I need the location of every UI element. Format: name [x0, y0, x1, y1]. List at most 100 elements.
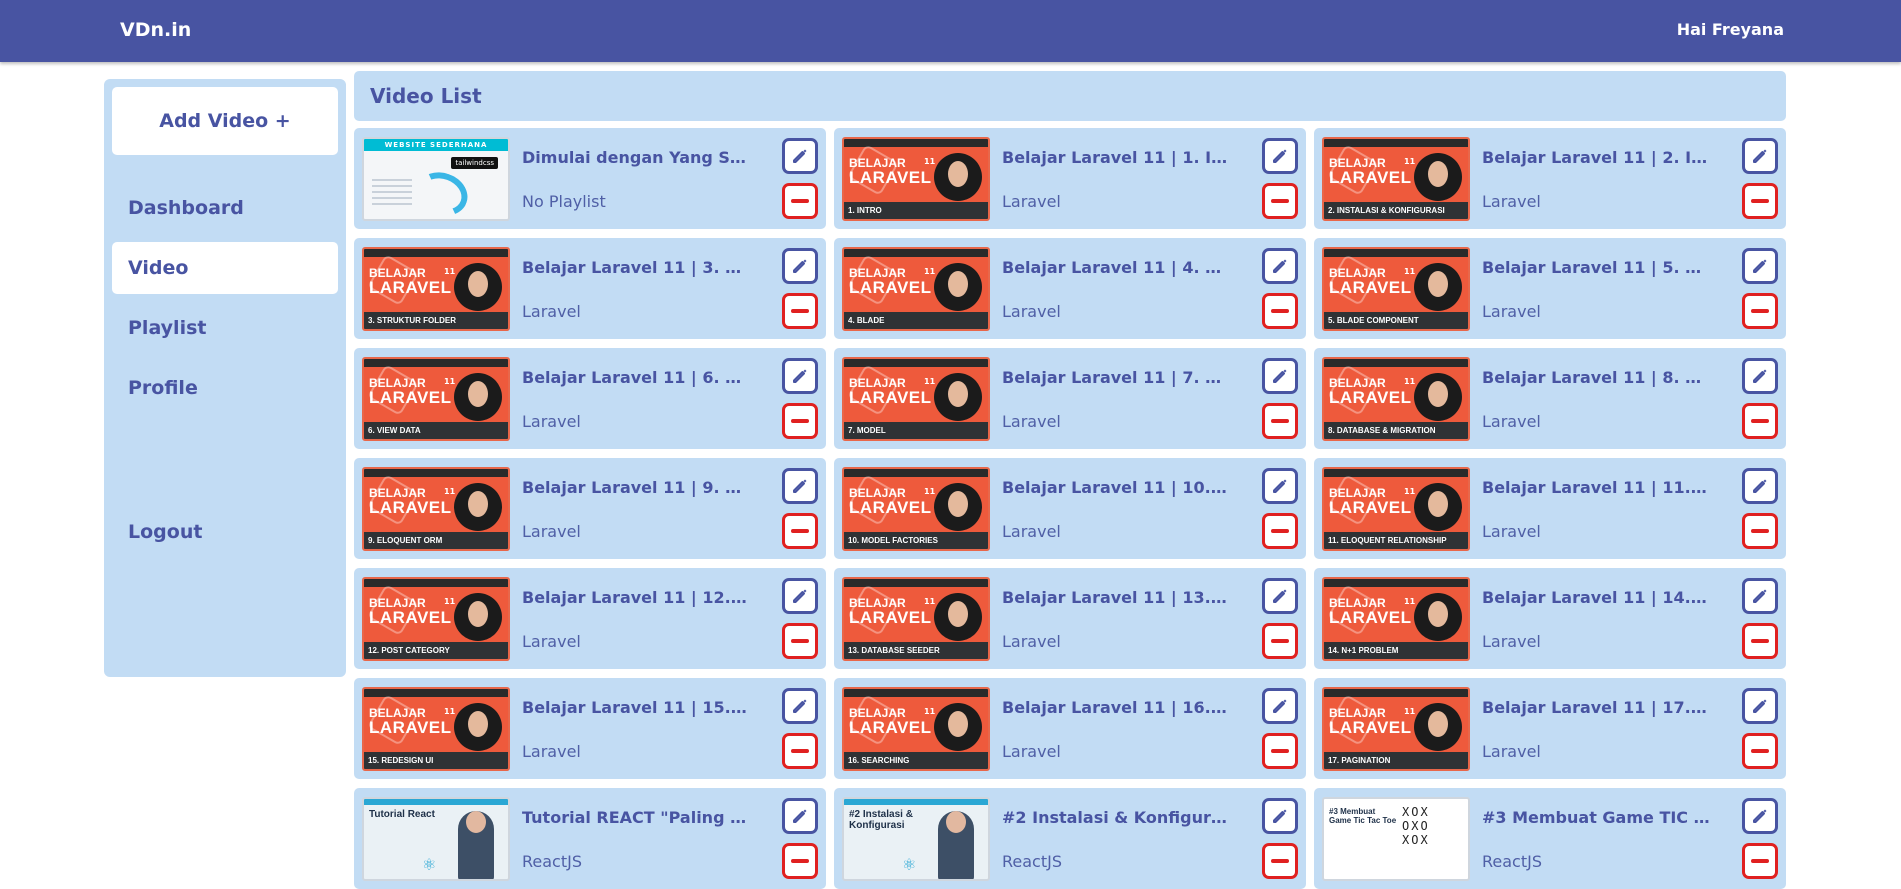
edit-button[interactable]	[1742, 688, 1778, 724]
video-card[interactable]: BELAJAR LARAVEL 11 1. INTRO Belajar Laravel …	[834, 128, 1306, 229]
video-title[interactable]: Dimulai dengan Yang Seder…	[522, 148, 750, 167]
video-title[interactable]: Belajar Laravel 11 | 14. N + 1…	[1482, 588, 1710, 607]
delete-button[interactable]	[1262, 843, 1298, 879]
edit-button[interactable]	[1742, 138, 1778, 174]
delete-button[interactable]	[1742, 183, 1778, 219]
video-thumbnail[interactable]: BELAJAR LARAVEL 11 11. ELOQUENT RELATIONSHI…	[1322, 467, 1470, 551]
video-card[interactable]: BELAJAR LARAVEL 11 16. SEARCHING Belajar Lar…	[834, 678, 1306, 779]
edit-button[interactable]	[782, 798, 818, 834]
video-thumbnail[interactable]: BELAJAR LARAVEL 11 12. POST CATEGORY	[362, 577, 510, 661]
delete-button[interactable]	[1742, 733, 1778, 769]
video-title[interactable]: Belajar Laravel 11 | 5. Blade …	[1482, 258, 1710, 277]
delete-button[interactable]	[1262, 293, 1298, 329]
video-card[interactable]: BELAJAR LARAVEL 11 14. N+1 PROBLEM Belajar L…	[1314, 568, 1786, 669]
video-thumbnail[interactable]: WEBSITE SEDERHANA tailwindcss	[362, 137, 510, 221]
video-title[interactable]: Belajar Laravel 11 | 17. Pagi…	[1482, 698, 1710, 717]
edit-button[interactable]	[1262, 578, 1298, 614]
video-thumbnail[interactable]: BELAJAR LARAVEL 11 4. BLADE	[842, 247, 990, 331]
video-thumbnail[interactable]: BELAJAR LARAVEL 11 15. REDESIGN UI	[362, 687, 510, 771]
video-card[interactable]: BELAJAR LARAVEL 11 9. ELOQUENT ORM Belajar L…	[354, 458, 826, 559]
edit-button[interactable]	[1742, 468, 1778, 504]
video-title[interactable]: Belajar Laravel 11 | 7. Model	[1002, 368, 1230, 387]
video-card[interactable]: #2 Instalasi & Konfigurasi ⚛ #2 Instalasi …	[834, 788, 1306, 889]
sidebar-item-profile[interactable]: Profile	[112, 362, 338, 414]
video-title[interactable]: Belajar Laravel 11 | 9. Eloqu…	[522, 478, 750, 497]
edit-button[interactable]	[1262, 248, 1298, 284]
video-card[interactable]: Tutorial React ⚛ Tutorial REACT "Paling Ma…	[354, 788, 826, 889]
add-video-button[interactable]: Add Video +	[112, 87, 338, 155]
delete-button[interactable]	[1742, 513, 1778, 549]
video-thumbnail[interactable]: BELAJAR LARAVEL 11 8. DATABASE & MIGRATION	[1322, 357, 1470, 441]
video-title[interactable]: Belajar Laravel 11 | 11. Eloq…	[1482, 478, 1710, 497]
delete-button[interactable]	[782, 733, 818, 769]
video-card[interactable]: BELAJAR LARAVEL 11 10. MODEL FACTORIES Belaj…	[834, 458, 1306, 559]
video-card[interactable]: BELAJAR LARAVEL 11 5. BLADE COMPONENT Belaja…	[1314, 238, 1786, 339]
video-card[interactable]: BELAJAR LARAVEL 11 12. POST CATEGORY Belajar…	[354, 568, 826, 669]
video-thumbnail[interactable]: BELAJAR LARAVEL 11 1. INTRO	[842, 137, 990, 221]
delete-button[interactable]	[782, 403, 818, 439]
video-title[interactable]: Belajar Laravel 11 | 13. Data…	[1002, 588, 1230, 607]
video-title[interactable]: Tutorial REACT "Paling Mas…	[522, 808, 750, 827]
video-card[interactable]: BELAJAR LARAVEL 11 3. STRUKTUR FOLDER Belaja…	[354, 238, 826, 339]
edit-button[interactable]	[782, 138, 818, 174]
sidebar-item-dashboard[interactable]: Dashboard	[112, 182, 338, 234]
edit-button[interactable]	[1262, 798, 1298, 834]
edit-button[interactable]	[782, 468, 818, 504]
edit-button[interactable]	[1262, 138, 1298, 174]
video-card[interactable]: BELAJAR LARAVEL 11 11. ELOQUENT RELATIONSHI…	[1314, 458, 1786, 559]
video-thumbnail[interactable]: Tutorial React ⚛	[362, 797, 510, 881]
video-title[interactable]: Belajar Laravel 11 | 16. Sear…	[1002, 698, 1230, 717]
delete-button[interactable]	[782, 513, 818, 549]
delete-button[interactable]	[1742, 623, 1778, 659]
delete-button[interactable]	[782, 623, 818, 659]
video-thumbnail[interactable]: BELAJAR LARAVEL 11 16. SEARCHING	[842, 687, 990, 771]
video-card[interactable]: #3 Membuat Game Tic Tac Toe XOX OXO XOX #3 M…	[1314, 788, 1786, 889]
video-title[interactable]: Belajar Laravel 11 | 15. Rede…	[522, 698, 750, 717]
delete-button[interactable]	[1742, 403, 1778, 439]
video-title[interactable]: Belajar Laravel 11 | 1. Intro	[1002, 148, 1230, 167]
delete-button[interactable]	[782, 843, 818, 879]
edit-button[interactable]	[782, 248, 818, 284]
edit-button[interactable]	[782, 578, 818, 614]
video-title[interactable]: Belajar Laravel 11 | 8. Datab…	[1482, 368, 1710, 387]
edit-button[interactable]	[782, 688, 818, 724]
video-title[interactable]: #2 Instalasi & Konfigurasi R…	[1002, 808, 1230, 827]
video-card[interactable]: BELAJAR LARAVEL 11 17. PAGINATION Belajar La…	[1314, 678, 1786, 779]
video-thumbnail[interactable]: BELAJAR LARAVEL 11 14. N+1 PROBLEM	[1322, 577, 1470, 661]
delete-button[interactable]	[1262, 623, 1298, 659]
video-thumbnail[interactable]: BELAJAR LARAVEL 11 17. PAGINATION	[1322, 687, 1470, 771]
video-thumbnail[interactable]: BELAJAR LARAVEL 11 3. STRUKTUR FOLDER	[362, 247, 510, 331]
brand-logo[interactable]: VDn.in	[120, 19, 191, 41]
video-card[interactable]: WEBSITE SEDERHANA tailwindcss Dimulai deng…	[354, 128, 826, 229]
video-card[interactable]: BELAJAR LARAVEL 11 2. INSTALASI & KONFIGURA…	[1314, 128, 1786, 229]
logout-button[interactable]: Logout	[112, 506, 338, 558]
delete-button[interactable]	[1262, 513, 1298, 549]
edit-button[interactable]	[1742, 798, 1778, 834]
delete-button[interactable]	[782, 183, 818, 219]
video-title[interactable]: Belajar Laravel 11 | 4. Blade …	[1002, 258, 1230, 277]
delete-button[interactable]	[1262, 733, 1298, 769]
user-greeting[interactable]: Hai Freyana	[1677, 20, 1784, 39]
edit-button[interactable]	[782, 358, 818, 394]
video-thumbnail[interactable]: BELAJAR LARAVEL 11 9. ELOQUENT ORM	[362, 467, 510, 551]
video-title[interactable]: Belajar Laravel 11 | 2. Instal…	[1482, 148, 1710, 167]
video-title[interactable]: Belajar Laravel 11 | 12. Post …	[522, 588, 750, 607]
video-card[interactable]: BELAJAR LARAVEL 11 6. VIEW DATA Belajar Lara…	[354, 348, 826, 449]
video-thumbnail[interactable]: BELAJAR LARAVEL 11 6. VIEW DATA	[362, 357, 510, 441]
delete-button[interactable]	[782, 293, 818, 329]
video-card[interactable]: BELAJAR LARAVEL 11 8. DATABASE & MIGRATION B…	[1314, 348, 1786, 449]
delete-button[interactable]	[1262, 403, 1298, 439]
edit-button[interactable]	[1262, 688, 1298, 724]
delete-button[interactable]	[1742, 843, 1778, 879]
video-card[interactable]: BELAJAR LARAVEL 11 15. REDESIGN UI Belajar L…	[354, 678, 826, 779]
sidebar-item-video[interactable]: Video	[112, 242, 338, 294]
video-thumbnail[interactable]: BELAJAR LARAVEL 11 5. BLADE COMPONENT	[1322, 247, 1470, 331]
video-thumbnail[interactable]: BELAJAR LARAVEL 11 10. MODEL FACTORIES	[842, 467, 990, 551]
video-card[interactable]: BELAJAR LARAVEL 11 7. MODEL Belajar Laravel …	[834, 348, 1306, 449]
video-thumbnail[interactable]: #3 Membuat Game Tic Tac Toe XOX OXO XOX	[1322, 797, 1470, 881]
video-thumbnail[interactable]: #2 Instalasi & Konfigurasi ⚛	[842, 797, 990, 881]
video-thumbnail[interactable]: BELAJAR LARAVEL 11 13. DATABASE SEEDER	[842, 577, 990, 661]
edit-button[interactable]	[1262, 358, 1298, 394]
video-title[interactable]: Belajar Laravel 11 | 10. Mod…	[1002, 478, 1230, 497]
video-thumbnail[interactable]: BELAJAR LARAVEL 11 7. MODEL	[842, 357, 990, 441]
